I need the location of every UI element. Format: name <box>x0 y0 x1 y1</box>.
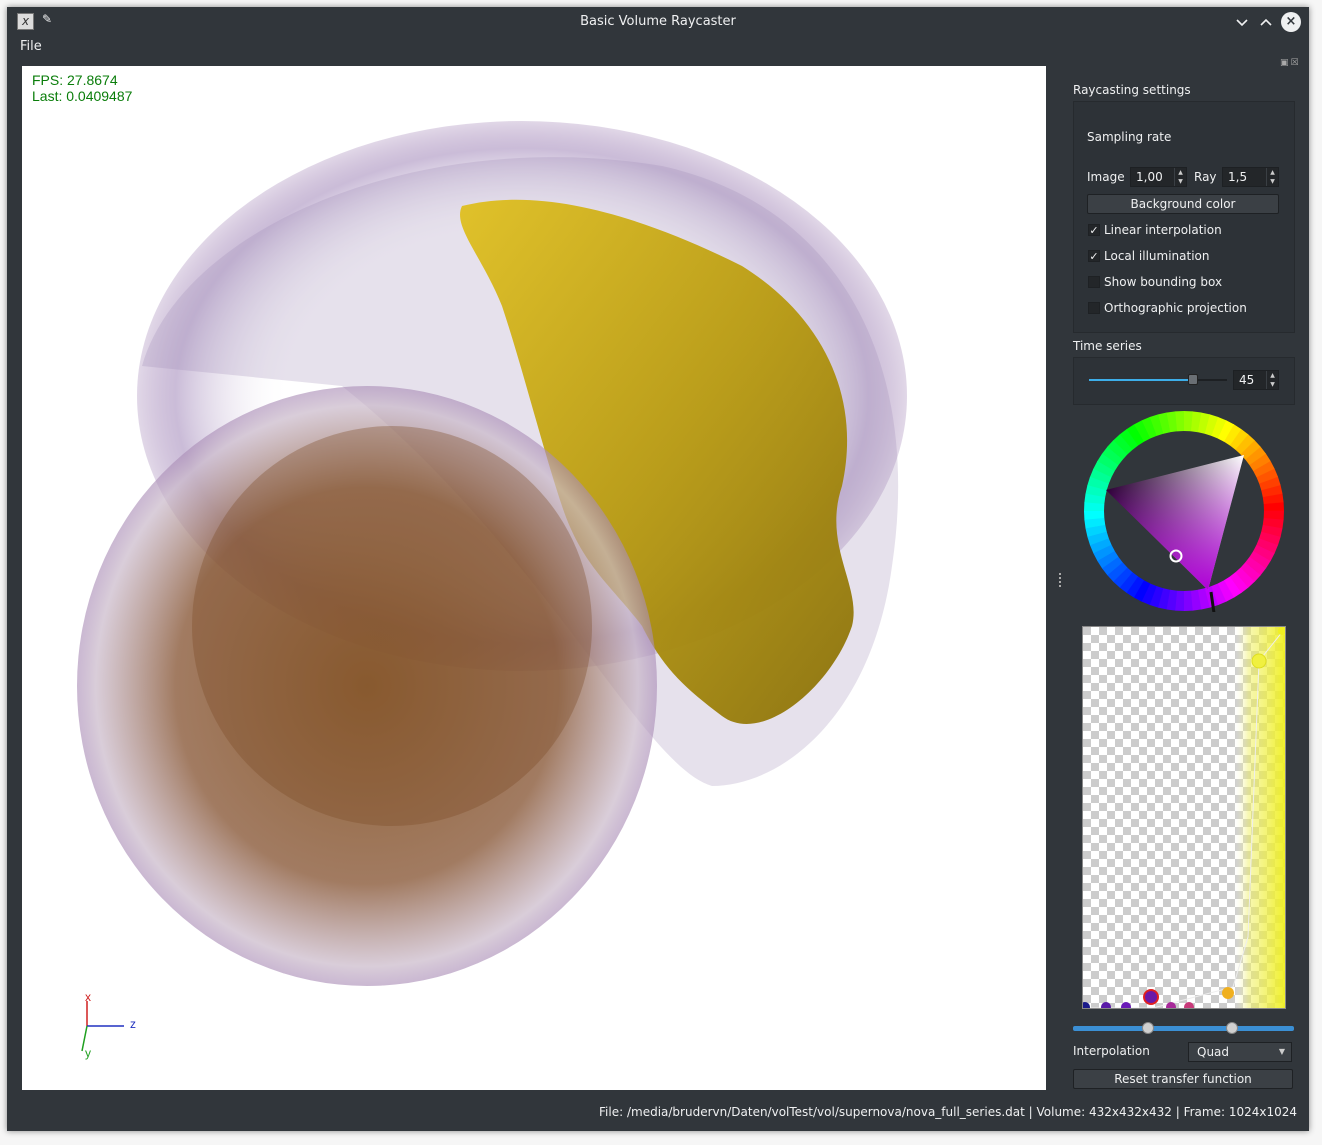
transfer-function-canvas[interactable] <box>1083 627 1285 1008</box>
time-slider-handle[interactable] <box>1187 374 1198 385</box>
axis-y-label: y <box>85 1046 91 1060</box>
control-point[interactable] <box>1251 653 1267 669</box>
chevron-down-icon: ▼ <box>1278 1047 1285 1056</box>
window-title: Basic Volume Raycaster <box>580 14 736 29</box>
image-sampling-value: 1,00 <box>1136 170 1163 184</box>
raycasting-settings-title: Raycasting settings <box>1073 83 1191 97</box>
local-illumination-label[interactable]: Local illumination <box>1104 249 1210 263</box>
fps-text: FPS: 27.8674 <box>32 72 118 88</box>
ray-label: Ray <box>1194 170 1217 184</box>
interpolation-label: Interpolation <box>1073 1044 1150 1058</box>
transfer-function-editor[interactable] <box>1082 626 1286 1009</box>
axis-x-label: x <box>85 990 91 1004</box>
time-step-spinbox[interactable]: 45 ▲ ▼ <box>1233 370 1279 390</box>
ray-sampling-spinbox[interactable]: 1,5 ▲ ▼ <box>1222 167 1279 187</box>
dock-float-close-icons[interactable]: ▣☒ <box>1280 58 1301 68</box>
volume-render <box>77 121 907 1052</box>
orthographic-projection-label[interactable]: Orthographic projection <box>1104 301 1247 315</box>
axis-z-label: z <box>130 1017 136 1031</box>
last-frame-text: Last: 0.0409487 <box>32 88 133 104</box>
status-bar: File: /media/brudervn/Daten/volTest/vol/… <box>599 1105 1297 1119</box>
time-slider-fill <box>1089 379 1193 381</box>
show-bounding-box-checkbox[interactable] <box>1088 276 1100 288</box>
local-illumination-checkbox[interactable]: ✓ <box>1088 250 1100 262</box>
splitter-handle[interactable] <box>1059 573 1064 587</box>
background-color-button[interactable]: Background color <box>1087 194 1279 214</box>
image-sampling-spinbox[interactable]: 1,00 ▲ ▼ <box>1130 167 1187 187</box>
spin-arrows-icon[interactable]: ▲ ▼ <box>1266 168 1278 186</box>
menu-file[interactable]: File <box>20 39 42 54</box>
maximize-button[interactable] <box>1256 12 1276 32</box>
render-viewport[interactable]: FPS: 27.8674 Last: 0.0409487 x z y <box>22 66 1046 1090</box>
chevron-up-icon <box>1260 18 1272 26</box>
title-bar[interactable]: x ✎ Basic Volume Raycaster × <box>7 7 1309 36</box>
interpolation-value: Quad <box>1197 1045 1230 1059</box>
image-label: Image <box>1087 170 1125 184</box>
time-step-value: 45 <box>1239 373 1255 387</box>
core-dense <box>192 426 592 826</box>
control-point-selected[interactable] <box>1143 989 1159 1005</box>
close-button[interactable]: × <box>1281 12 1301 32</box>
spin-arrows-icon[interactable]: ▲ ▼ <box>1174 168 1186 186</box>
time-series-title: Time series <box>1073 339 1142 353</box>
menu-bar: File <box>7 36 1309 60</box>
control-point[interactable] <box>1222 987 1234 999</box>
range-high-handle[interactable] <box>1226 1022 1239 1034</box>
range-low-handle[interactable] <box>1142 1022 1155 1034</box>
color-wheel[interactable] <box>1083 410 1285 612</box>
reset-transfer-function-button[interactable]: Reset transfer function <box>1073 1069 1293 1089</box>
linear-interpolation-checkbox[interactable]: ✓ <box>1088 224 1100 236</box>
range-slider-track[interactable] <box>1073 1026 1294 1031</box>
sampling-rate-label: Sampling rate <box>1087 130 1172 144</box>
transfer-gradient <box>1083 627 1285 1008</box>
ray-sampling-value: 1,5 <box>1228 170 1248 184</box>
spin-arrows-icon[interactable]: ▲ ▼ <box>1266 371 1278 389</box>
pin-icon[interactable]: ✎ <box>42 12 52 26</box>
app-icon[interactable]: x <box>17 13 34 30</box>
fps-overlay: FPS: 27.8674 Last: 0.0409487 <box>32 72 132 104</box>
interpolation-select[interactable]: Quad ▼ <box>1188 1042 1292 1062</box>
app-window: x ✎ Basic Volume Raycaster × File FPS: 2… <box>7 7 1309 1131</box>
chevron-down-icon <box>1236 19 1248 27</box>
minimize-button[interactable] <box>1232 12 1252 32</box>
close-icon: × <box>1285 14 1297 29</box>
show-bounding-box-label[interactable]: Show bounding box <box>1104 275 1222 289</box>
linear-interpolation-label[interactable]: Linear interpolation <box>1104 223 1222 237</box>
orthographic-projection-checkbox[interactable] <box>1088 302 1100 314</box>
